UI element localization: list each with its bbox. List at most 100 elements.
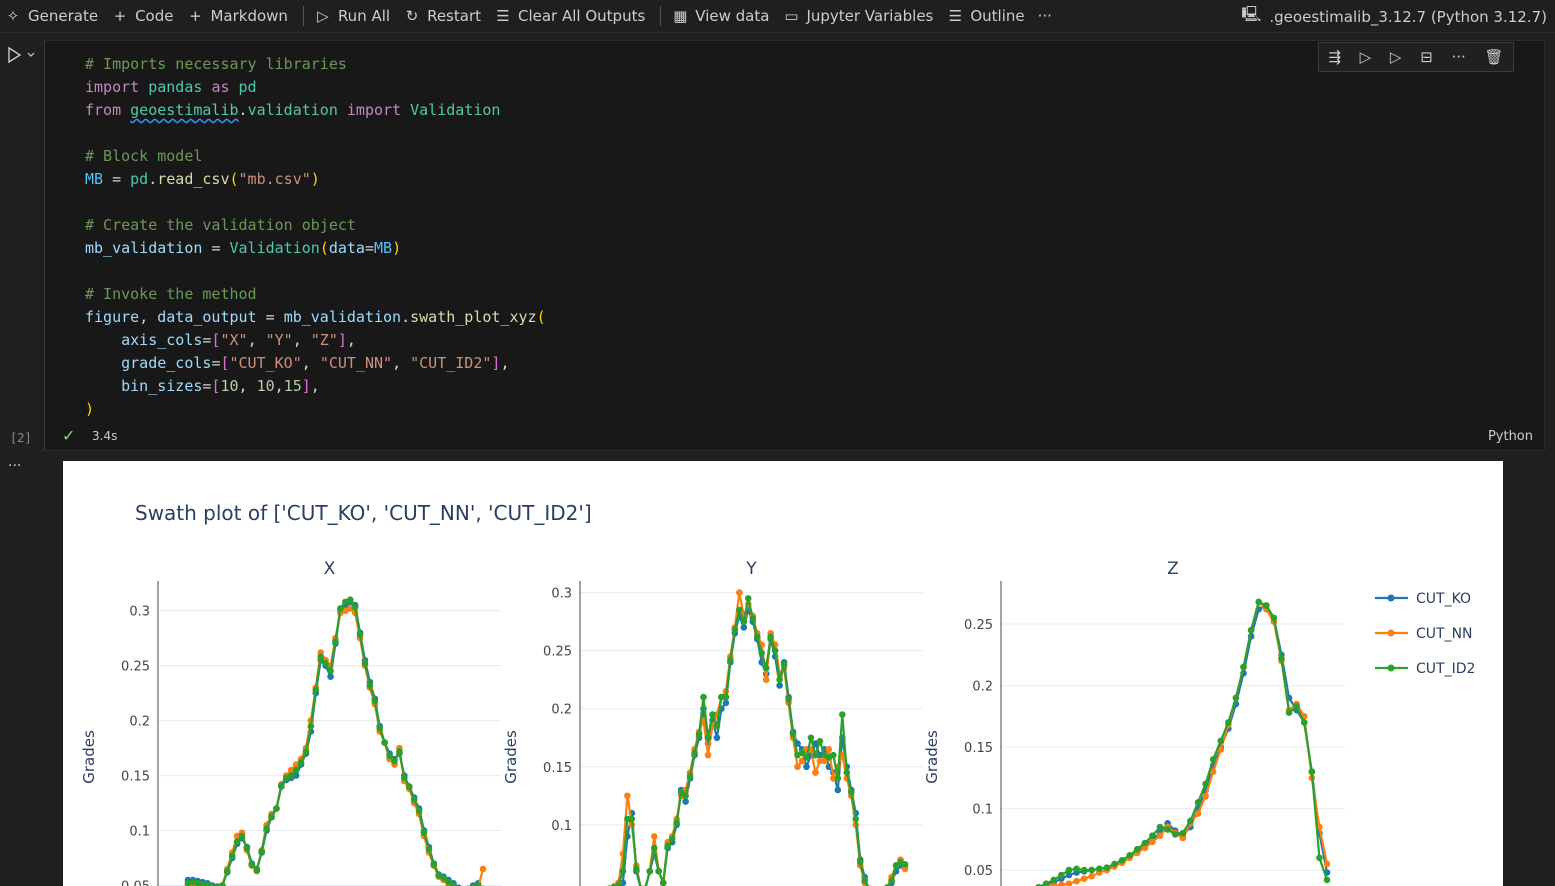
add-code-button[interactable]: + Code	[107, 0, 182, 33]
data-point	[776, 676, 783, 683]
data-point	[633, 865, 640, 873]
data-point	[762, 676, 770, 683]
data-point	[1202, 780, 1209, 788]
data-point	[843, 769, 851, 776]
data-point	[789, 730, 797, 738]
data-point	[731, 626, 739, 634]
code-comment: # Imports necessary libraries	[85, 55, 347, 73]
execute-below-icon[interactable]: ▷	[1360, 48, 1372, 66]
data-point	[753, 633, 761, 641]
data-point	[1232, 694, 1240, 702]
y-tick-label: 0.15	[121, 770, 150, 785]
code-line: bin_sizes=[10, 10,15],	[121, 377, 320, 395]
data-point	[1240, 663, 1247, 671]
data-point	[1270, 614, 1278, 622]
run-cell-button[interactable]	[6, 45, 40, 67]
series-line-cut-ko	[1039, 604, 1329, 886]
kernel-picker[interactable]: 🖳 .geoestimalib_3.12.7 (Python 3.12.7)	[1241, 0, 1547, 33]
clear-all-outputs-button[interactable]: ☰ Clear All Outputs	[490, 0, 654, 33]
data-point	[771, 647, 779, 654]
data-point	[273, 805, 280, 812]
data-point	[396, 748, 403, 755]
data-point	[682, 792, 689, 800]
code-line: # Invoke the method	[85, 283, 546, 306]
data-point	[1255, 598, 1262, 606]
data-point	[1042, 880, 1050, 886]
y-tick-label: 0.1	[551, 819, 572, 834]
table-icon: ▦	[673, 7, 688, 25]
plus-icon: +	[189, 7, 202, 25]
data-point	[1133, 845, 1141, 853]
add-markdown-button[interactable]: + Markdown	[182, 0, 296, 33]
run-all-button[interactable]: ▷ Run All	[310, 0, 399, 33]
data-point	[233, 838, 241, 845]
data-point	[371, 697, 379, 705]
toolbar-divider	[302, 6, 304, 26]
data-point	[1278, 655, 1285, 662]
restart-button[interactable]: ↻ Restart	[399, 0, 490, 33]
data-point	[346, 596, 354, 603]
execute-above-icon[interactable]: ⇶	[1328, 48, 1341, 66]
data-point	[1073, 865, 1080, 873]
data-point	[812, 769, 819, 776]
cell-language[interactable]: Python	[1488, 429, 1533, 444]
data-point	[1217, 737, 1225, 745]
y-tick-label: 0.3	[129, 605, 150, 620]
code-line: # Block model	[85, 145, 546, 168]
legend-marker	[1387, 629, 1395, 637]
output-more-icon[interactable]: ···	[8, 458, 21, 474]
data-point	[767, 633, 774, 641]
generate-button[interactable]: ✧ Generate	[0, 0, 107, 33]
subplot-title: Y	[745, 559, 757, 579]
code-cell[interactable]: ⇶ ▷ ▷ ⊟ ··· 🗑 # Imports necessary librar…	[44, 40, 1545, 451]
more-label: ···	[1037, 7, 1052, 25]
plus-icon: +	[113, 7, 127, 25]
subplot-title: Z	[1167, 559, 1179, 579]
data-point	[430, 861, 438, 868]
data-point	[228, 852, 236, 860]
data-point	[1164, 826, 1171, 833]
code-line: from geoestimalib.validation import Vali…	[85, 101, 501, 119]
code-line: )	[85, 400, 95, 418]
cell-toolbar: ⇶ ▷ ▷ ⊟ ··· 🗑	[1318, 42, 1514, 72]
data-point	[624, 792, 631, 800]
more-icon[interactable]: ···	[1451, 48, 1465, 66]
data-point	[1209, 756, 1217, 763]
data-point	[356, 631, 364, 639]
outline-label: Outline	[970, 7, 1025, 25]
clear-outputs-icon: ☰	[496, 7, 510, 25]
trash-icon[interactable]: 🗑	[1485, 48, 1504, 66]
more-actions-button[interactable]: ···	[1034, 0, 1061, 33]
data-point	[337, 605, 344, 612]
view-data-label: View data	[695, 7, 770, 25]
check-icon: ✓	[62, 426, 76, 445]
data-point	[700, 693, 707, 701]
execute-below-icon[interactable]: ▷	[1390, 48, 1402, 66]
data-point	[727, 656, 734, 664]
data-point	[219, 882, 226, 886]
data-point	[1308, 768, 1316, 775]
data-point	[686, 772, 694, 780]
jupyter-variables-button[interactable]: ▭ Jupyter Variables	[778, 0, 942, 33]
data-point	[381, 739, 388, 746]
run-all-icon: ▷	[317, 7, 329, 25]
code-editor[interactable]: # Imports necessary libraries import pand…	[85, 53, 546, 421]
data-point	[758, 649, 766, 657]
view-data-button[interactable]: ▦ View data	[667, 0, 778, 33]
split-cell-icon[interactable]: ⊟	[1420, 48, 1433, 66]
list-icon: ☰	[948, 7, 963, 25]
data-point	[1088, 866, 1096, 874]
data-point	[668, 835, 676, 843]
data-point	[691, 749, 698, 757]
data-point	[619, 867, 627, 875]
data-point	[807, 734, 815, 742]
data-point	[704, 734, 712, 742]
data-point	[664, 842, 671, 850]
data-point	[1118, 856, 1126, 864]
outline-button[interactable]: ☰ Outline	[942, 0, 1033, 33]
y-tick-label: 0.2	[551, 703, 572, 718]
data-point	[861, 877, 869, 884]
data-point	[1096, 865, 1103, 873]
y-tick-label: 0.1	[129, 825, 150, 840]
